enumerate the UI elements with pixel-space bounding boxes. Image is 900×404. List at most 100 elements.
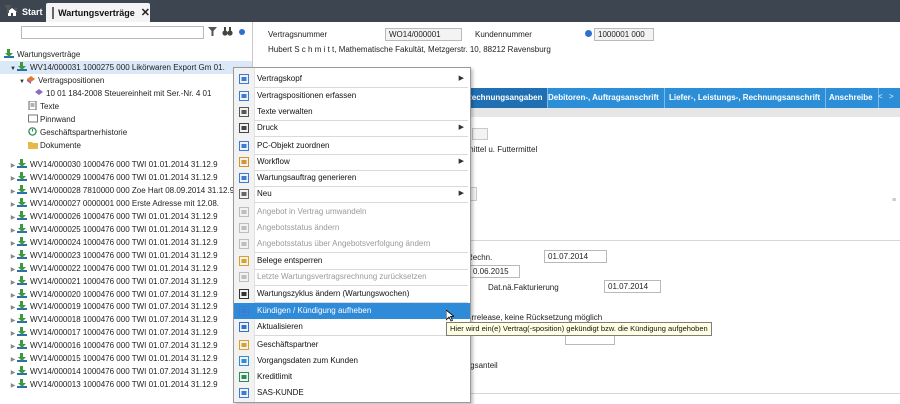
tree-item-texte[interactable]: Texte [28,100,59,113]
unlock-icon [239,256,250,266]
section-divider [448,240,900,241]
tree-item-contract[interactable]: ▶ WV14/000022 1000476 000 TWI 01.01.2014 … [0,262,218,275]
download-icon [17,159,27,168]
menu-item[interactable]: Wartungszyklus ändern (Wartungswochen) [234,286,470,302]
tree-item-label: WV14/000028 7810000 000 Zoe Hart 08.09.2… [30,185,235,195]
menu-item[interactable]: Aktualisieren [234,319,470,335]
tree-item-contract[interactable]: ▶ WV14/000015 1000476 000 TWI 01.01.2014 … [0,352,218,365]
detail-tab[interactable]: Liefer-, Leistungs-, Rechnungsanschrift [664,88,827,108]
binoculars-icon[interactable] [222,27,233,38]
info-icon[interactable] [585,30,592,37]
expand-arrow-icon[interactable]: ▼ [9,63,17,76]
tree-item-contract[interactable]: ▶ WV14/000023 1000476 000 TWI 01.01.2014 … [0,249,218,262]
tree-item-selected[interactable]: ▼ WV14/000031 1000275 000 Likörwaren Expo… [0,61,252,74]
detail-tab[interactable]: Debitoren-, Auftragsanschrift [543,88,665,108]
menu-item[interactable]: Belege entsperren [234,253,470,269]
tree-item-contract[interactable]: ▶ WV14/000014 1000476 000 TWI 01.07.2014 … [0,365,218,378]
menu-item: Angebot in Vertrag umwandeln [234,204,470,220]
download-icon [17,366,27,376]
download-icon [17,314,27,324]
menu-item[interactable]: Neu ▶ [234,186,470,202]
expand-arrow-icon[interactable]: ▼ [18,76,26,89]
menu-item-label: Neu [257,189,272,198]
menu-item[interactable]: Vertragskopf ▶ [234,71,470,87]
tree-item-contract[interactable]: ▶ WV14/000021 1000476 000 TWI 01.07.2014 … [0,275,218,288]
tab-scroll-right-icon[interactable]: > [889,92,894,101]
tree-item-contract[interactable]: ▶ WV14/000027 0000001 000 Erste Adresse m… [0,197,219,210]
filter-dropdown-icon[interactable] [4,5,18,16]
customer-number-label: Kundennummer [475,30,532,39]
calendar-icon [239,289,250,299]
tree-item-label: WV14/000024 1000476 000 TWI 01.01.2014 3… [30,237,218,247]
tree-item-contract[interactable]: ▶ WV14/000020 1000476 000 TWI 01.07.2014 … [0,288,218,301]
detail-tab[interactable]: Rechnungsangaben [461,88,549,108]
download-icon [17,210,27,220]
submenu-arrow-icon: ▶ [458,158,464,165]
tree-item-pinnwand[interactable]: Pinnwand [28,113,75,126]
menu-item[interactable]: Kündigen / Kündigung aufheben [234,303,470,319]
status-dot-icon[interactable] [239,29,245,35]
refresh-icon [239,322,250,332]
tree-item-label: WV14/000027 0000001 000 Erste Adresse mi… [30,198,220,208]
splitter-icon[interactable]: ≡ [892,197,896,204]
context-menu: Vertragskopf ▶ Vertragspositionen erfassen… [233,67,471,403]
menu-item[interactable]: Druck ▶ [234,120,470,136]
expand-arrow-icon[interactable]: ▶ [9,380,17,393]
download-icon [17,62,27,71]
download-icon [17,327,27,337]
tree-item-label: WV14/000020 1000476 000 TWI 01.07.2014 3… [30,289,218,299]
close-icon[interactable]: ✕ [141,6,150,19]
tree-item-contract[interactable]: ▶ WV14/000028 7810000 000 Zoe Hart 08.09.… [0,184,234,197]
menu-item[interactable]: PC-Objekt zuordnen [234,138,470,154]
tree-item-contract[interactable]: ▶ WV14/000016 1000476 000 TWI 01.07.2014 … [0,339,218,352]
menu-item[interactable]: Vorgangsdaten zum Kunden [234,353,470,369]
filter-icon[interactable] [208,27,217,38]
menu-item[interactable]: Vertragspositionen erfassen [234,88,470,104]
dropdown-field[interactable] [472,128,488,140]
menu-item-label: Workflow [257,157,290,166]
menu-item[interactable]: Workflow ▶ [234,154,470,170]
tree-root[interactable]: Wartungsverträge [4,48,80,61]
contract-number-field[interactable]: WO14/000001 [385,28,462,41]
menu-item[interactable]: Kreditlimit [234,369,470,385]
offer-status-icon [239,223,250,233]
rechn-field[interactable]: 01.07.2014 [544,250,607,263]
tab-wartungsvertraege[interactable]: Wartungsverträge ✕ [46,3,150,22]
tree-item-contract[interactable]: ▶ WV14/000029 1000476 000 TWI 01.01.2014 … [0,171,218,184]
contract-number-label: Vertragsnummer [268,30,328,39]
tree-item-contract[interactable]: ▶ WV14/000017 1000476 000 TWI 01.07.2014 … [0,326,218,339]
text-document-icon [28,100,37,111]
menu-item[interactable]: SAS-KUNDE [234,385,470,401]
fakturierung-field[interactable]: 01.07.2014 [604,280,661,293]
tree-item-contract[interactable]: ▶ WV14/000030 1000476 000 TWI 01.01.2014 … [0,158,218,171]
tree-item-dokumente[interactable]: Dokumente [28,139,81,152]
tree-item-contract[interactable]: ▶ WV14/000024 1000476 000 TWI 01.01.2014 … [0,236,218,249]
tree-item-contract[interactable]: ▶ WV14/000013 1000476 000 TWI 01.01.2014 … [0,378,218,391]
tree-item-contract[interactable]: ▶ WV14/000019 1000476 000 TWI 01.07.2014 … [0,300,218,313]
tree-item-contract[interactable]: ▶ WV14/000026 1000476 000 TWI 01.01.2014 … [0,210,218,223]
bottom-divider [448,393,900,394]
download-icon [17,301,27,311]
tree-item-contract[interactable]: ▶ WV14/000025 1000476 000 TWI 01.01.2014 … [0,223,218,236]
menu-item[interactable]: Texte verwalten [234,104,470,120]
download-icon [17,275,27,285]
download-icon [17,288,27,298]
search-input[interactable] [21,26,204,39]
customer-number-field[interactable]: 1000001 000 [594,28,654,41]
tree-item-positions[interactable]: ▼ Vertragspositionen [18,74,104,87]
menu-item[interactable]: Wartungsauftrag generieren [234,170,470,186]
tab-scroll-left-icon[interactable]: < [878,92,883,101]
date-field-2[interactable]: 0.06.2015 [469,265,520,278]
folder-icon [28,140,38,149]
tree-item-label: WV14/000026 1000476 000 TWI 01.01.2014 3… [30,211,218,221]
menu-item[interactable]: Geschäftspartner [234,337,470,353]
tree-item-label: WV14/000019 1000476 000 TWI 01.07.2014 3… [30,302,218,312]
menu-item-label: Wartungsauftrag generieren [257,173,357,182]
pinboard-icon [28,114,38,123]
menu-item: Angebotsstatus über Angebotsverfolgung ä… [234,236,470,252]
tree-item-contract[interactable]: ▶ WV14/000018 1000476 000 TWI 01.07.2014 … [0,313,218,326]
tree-item-position[interactable]: 10 01 184-2008 Steuereinheit mit Ser.-Nr… [34,87,211,100]
tree-item-history[interactable]: Geschäftspartnerhistorie [28,126,127,139]
detail-tab[interactable]: Anschreibe [824,88,879,108]
tree-root-label: Wartungsverträge [17,50,81,59]
